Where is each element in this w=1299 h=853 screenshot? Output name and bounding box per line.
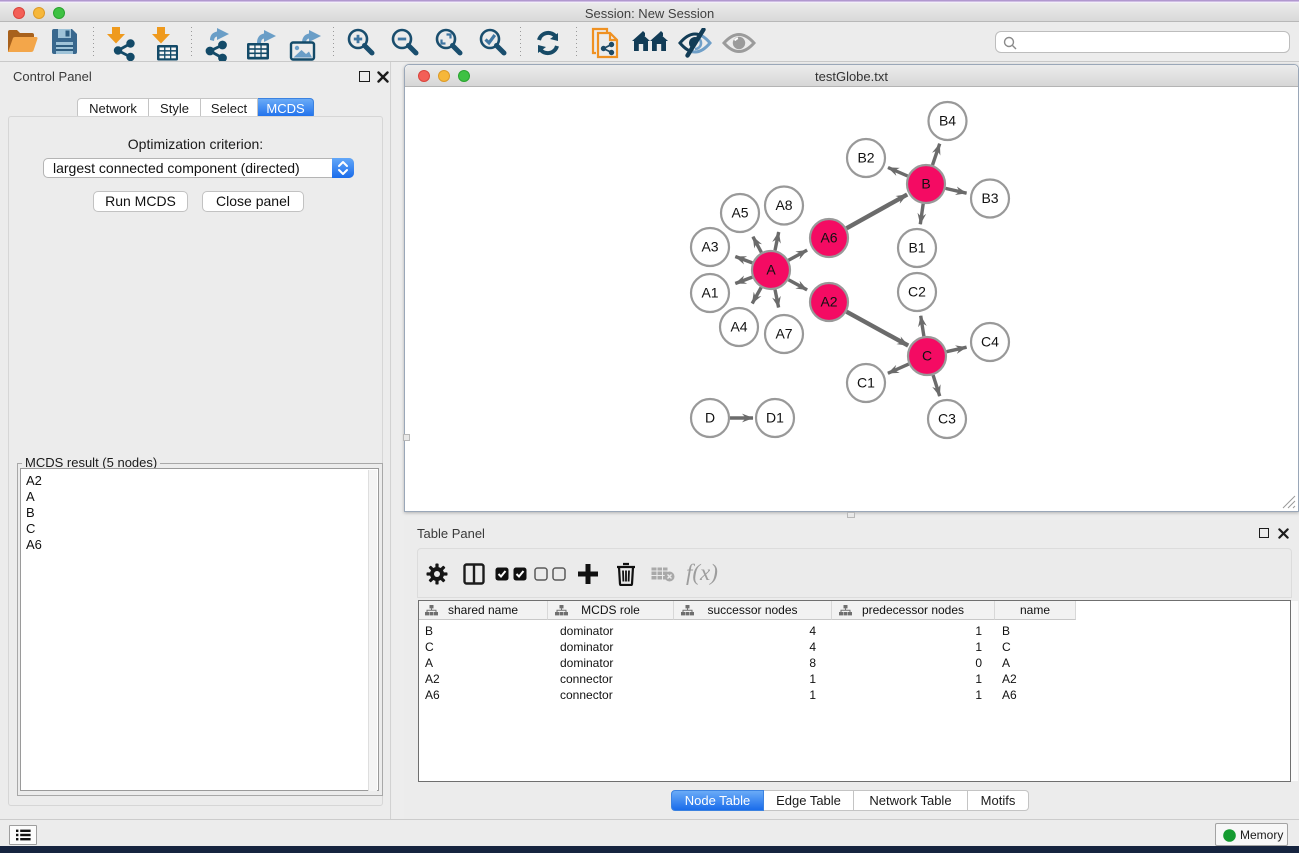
svg-text:D: D — [705, 410, 715, 426]
svg-text:C: C — [922, 348, 932, 364]
svg-text:B1: B1 — [908, 240, 925, 256]
svg-text:A4: A4 — [730, 319, 747, 335]
svg-text:C4: C4 — [981, 334, 999, 350]
svg-text:A3: A3 — [701, 239, 718, 255]
svg-text:C1: C1 — [857, 375, 875, 391]
svg-text:C3: C3 — [938, 411, 956, 427]
svg-text:A7: A7 — [775, 326, 792, 342]
svg-text:B2: B2 — [857, 150, 874, 166]
svg-text:B4: B4 — [939, 113, 956, 129]
svg-text:A6: A6 — [820, 230, 837, 246]
svg-text:A1: A1 — [701, 285, 718, 301]
svg-text:A5: A5 — [731, 205, 748, 221]
svg-text:B3: B3 — [981, 190, 998, 206]
svg-text:C2: C2 — [908, 284, 926, 300]
svg-text:A: A — [766, 262, 776, 278]
svg-text:A2: A2 — [820, 294, 837, 310]
svg-text:A8: A8 — [775, 197, 792, 213]
svg-text:B: B — [921, 176, 930, 192]
svg-text:D1: D1 — [766, 410, 784, 426]
